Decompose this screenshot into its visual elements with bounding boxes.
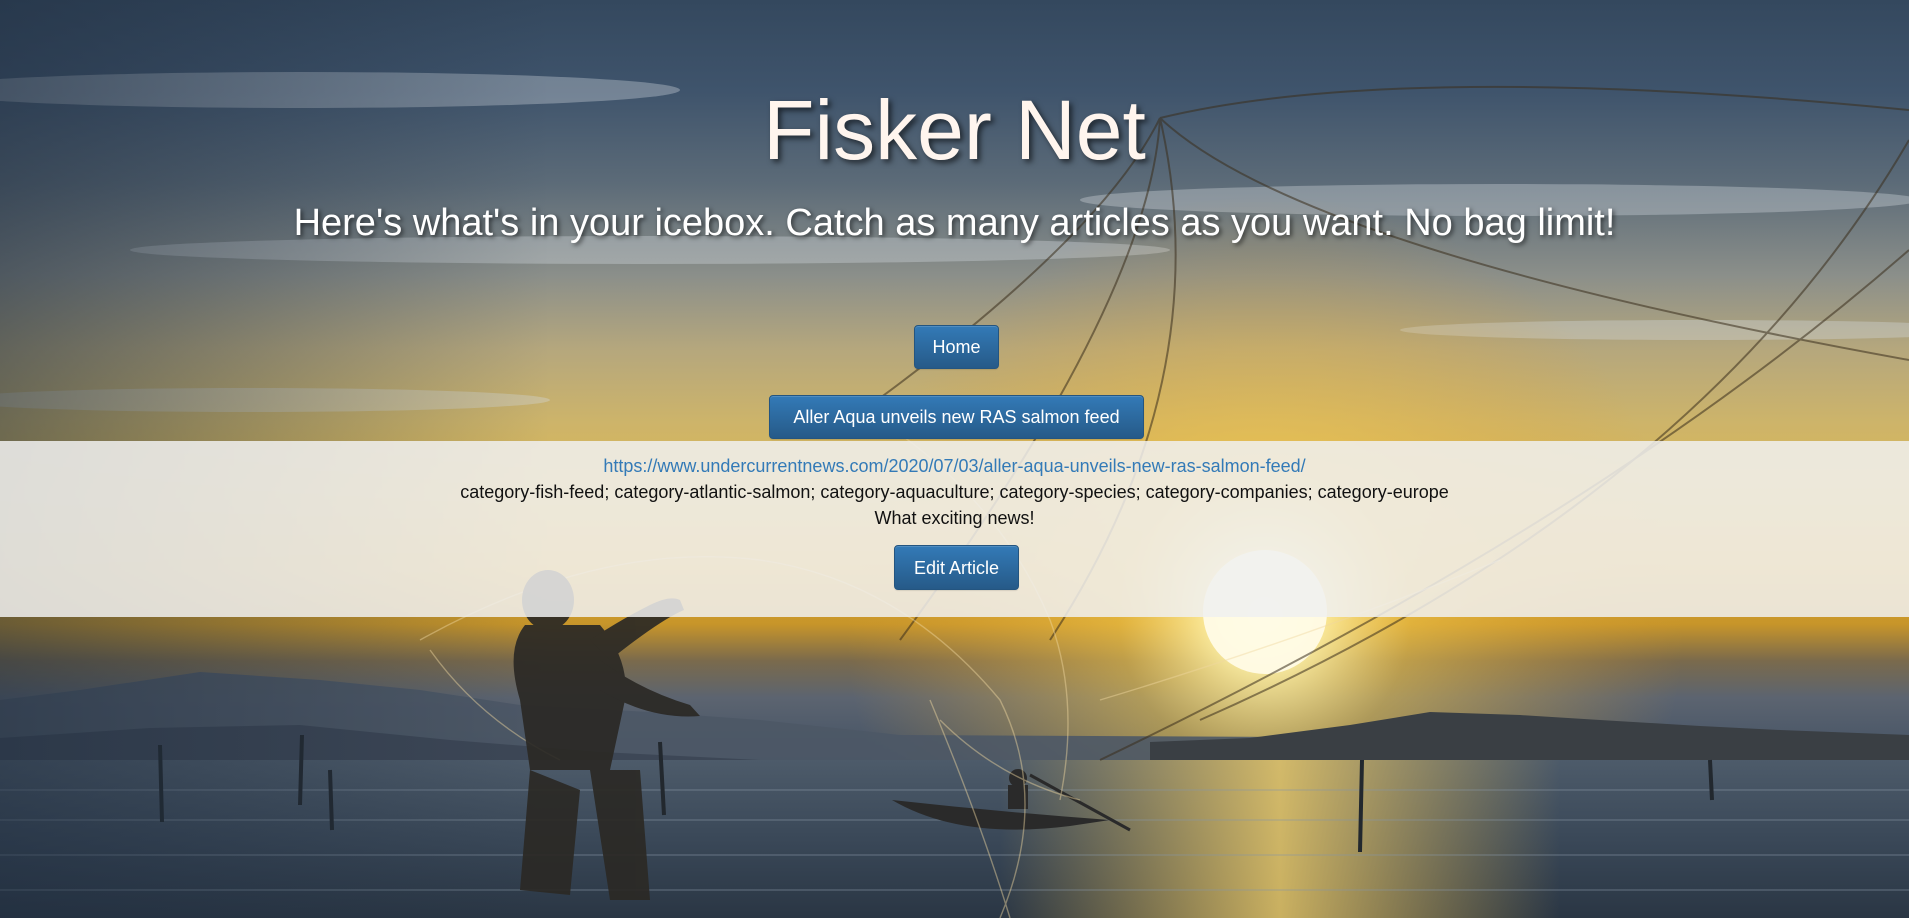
article-panel: https://www.undercurrentnews.com/2020/07… [0, 441, 1909, 617]
article-categories: category-fish-feed; category-atlantic-sa… [460, 482, 1449, 502]
home-button[interactable]: Home [914, 325, 999, 369]
article-comment: What exciting news! [874, 508, 1035, 528]
page-subtitle: Here's what's in your icebox. Catch as m… [293, 202, 1616, 244]
article-url-link[interactable]: https://www.undercurrentnews.com/2020/07… [0, 455, 1909, 477]
article-title-button[interactable]: Aller Aqua unveils new RAS salmon feed [769, 395, 1144, 439]
page-title: Fisker Net [763, 83, 1146, 177]
edit-article-button[interactable]: Edit Article [894, 545, 1019, 590]
